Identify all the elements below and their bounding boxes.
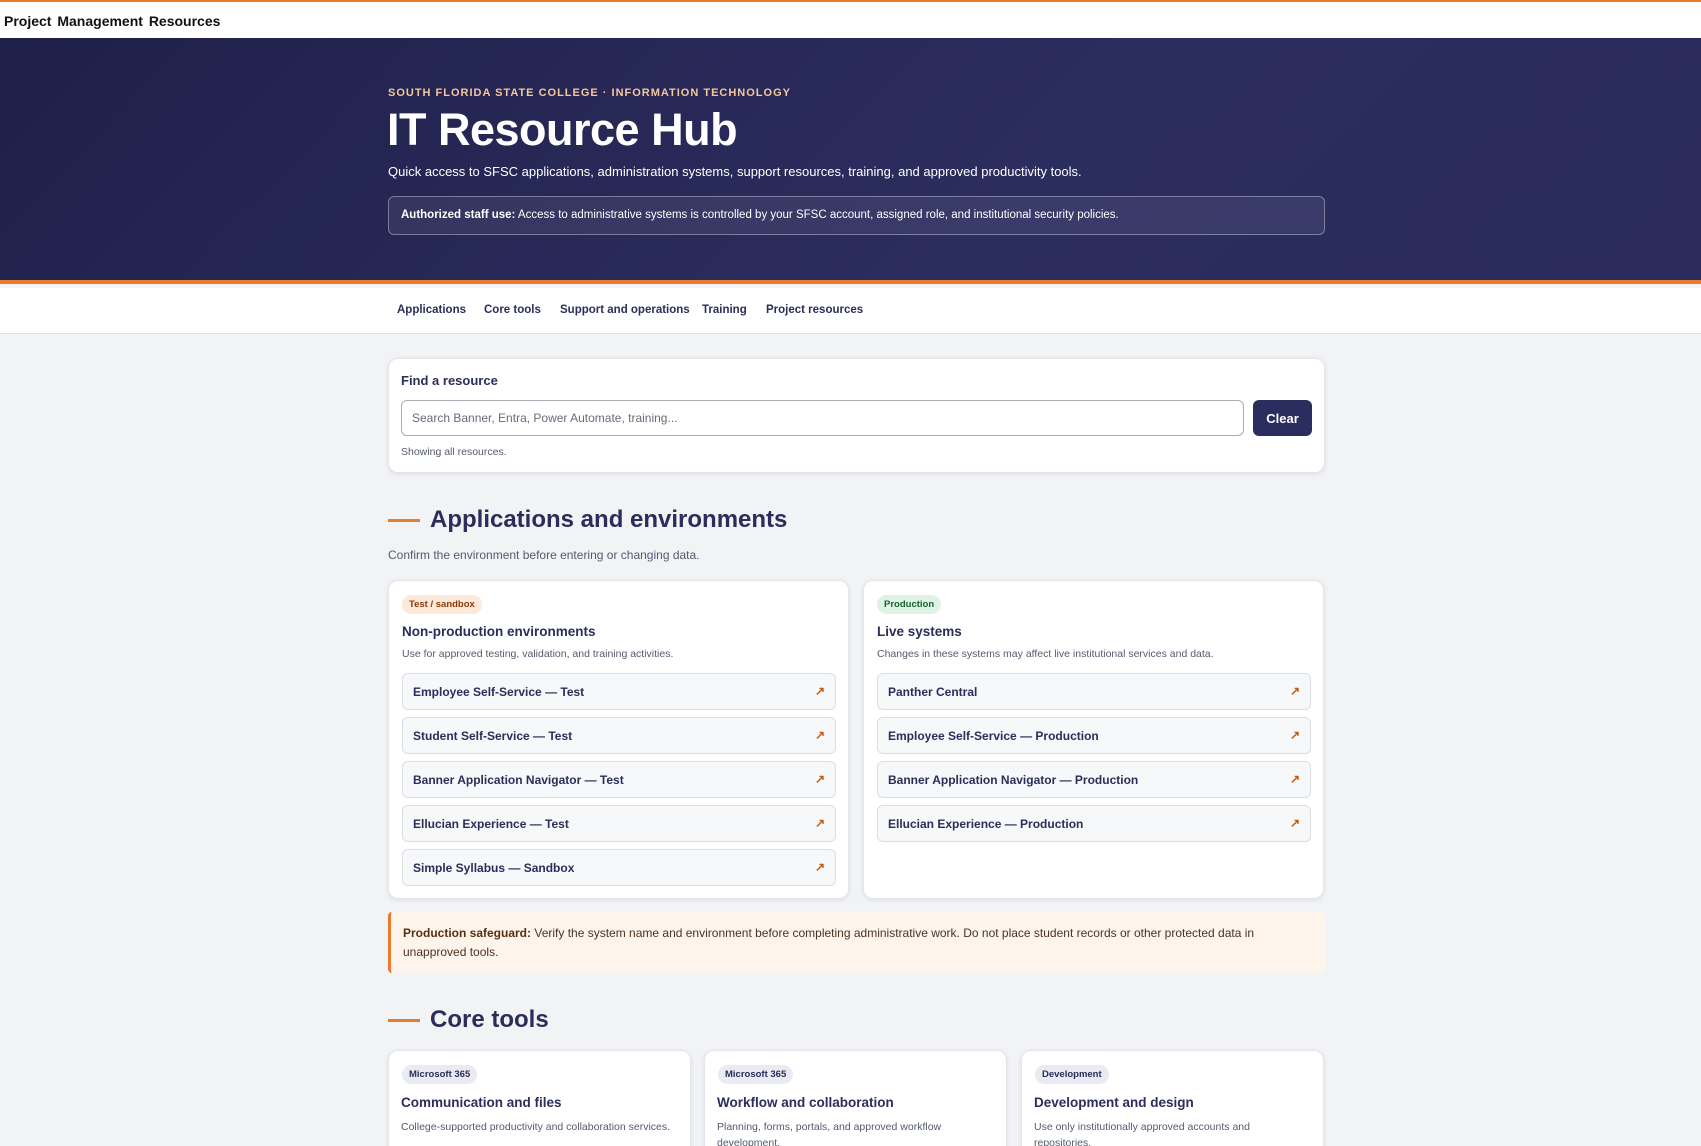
link-label: Ellucian Experience — Production: [888, 817, 1084, 831]
applications-subtitle: Confirm the environment before entering …: [388, 548, 700, 562]
nav-training[interactable]: Training: [702, 304, 747, 316]
tool-card-workflow: Microsoft 365 Workflow and collaboration…: [704, 1050, 1007, 1146]
tool-card-communication: Microsoft 365 Communication and files Co…: [388, 1050, 691, 1146]
search-label: Find a resource: [401, 373, 498, 388]
tool-card-note: College-supported productivity and colla…: [401, 1121, 671, 1133]
external-link-icon: ↗: [814, 772, 825, 786]
core-tools-title: Core tools: [430, 1006, 549, 1033]
prod-card-title: Live systems: [877, 624, 962, 639]
heading-accent-bar: [388, 1018, 420, 1022]
link-label: Panther Central: [888, 685, 978, 699]
tool-card-title: Development and design: [1034, 1095, 1194, 1110]
page-title: IT Resource Hub: [387, 104, 738, 155]
external-link-icon: ↗: [1289, 728, 1300, 742]
tool-badge: Microsoft 365: [718, 1065, 794, 1084]
link-label: Student Self-Service — Test: [413, 729, 573, 743]
search-status: Showing all resources.: [401, 446, 507, 458]
hero-banner: SOUTH FLORIDA STATE COLLEGE · INFORMATIO…: [0, 38, 1701, 284]
core-tools-heading: Core tools: [388, 1006, 549, 1034]
production-badge: Production: [877, 595, 942, 614]
link-student-self-service-test[interactable]: Student Self-Service — Test ↗: [402, 717, 836, 754]
top-bar: Project Management Resources: [0, 0, 1701, 38]
hero-eyebrow: SOUTH FLORIDA STATE COLLEGE · INFORMATIO…: [388, 87, 791, 99]
external-link-icon: ↗: [1289, 772, 1300, 786]
clear-button[interactable]: Clear: [1253, 400, 1312, 436]
link-employee-self-service-test[interactable]: Employee Self-Service — Test ↗: [402, 673, 836, 710]
external-link-icon: ↗: [1289, 684, 1300, 698]
link-banner-navigator-production[interactable]: Banner Application Navigator — Productio…: [877, 761, 1311, 798]
tool-card-title: Communication and files: [401, 1095, 562, 1110]
link-employee-self-service-production[interactable]: Employee Self-Service — Production ↗: [877, 717, 1311, 754]
tool-card-development: Development Development and design Use o…: [1021, 1050, 1324, 1146]
link-label: Ellucian Experience — Test: [413, 817, 569, 831]
link-simple-syllabus-sandbox[interactable]: Simple Syllabus — Sandbox ↗: [402, 849, 836, 886]
link-label: Banner Application Navigator — Test: [413, 773, 624, 787]
safeguard-label: Production safeguard:: [403, 926, 532, 940]
link-panther-central[interactable]: Panther Central ↗: [877, 673, 1311, 710]
tool-badge: Development: [1035, 1065, 1109, 1084]
external-link-icon: ↗: [814, 728, 825, 742]
production-safeguard-callout: Production safeguard: Verify the system …: [388, 912, 1325, 973]
section-nav: Applications Core tools Support and oper…: [0, 288, 1701, 334]
nav-applications[interactable]: Applications: [397, 304, 466, 316]
test-badge: Test / sandbox: [402, 595, 482, 614]
link-ellucian-experience-test[interactable]: Ellucian Experience — Test ↗: [402, 805, 836, 842]
hero-description: Quick access to SFSC applications, admin…: [388, 164, 1082, 179]
prod-link-list: Panther Central ↗ Employee Self-Service …: [877, 673, 1311, 849]
link-label: Employee Self-Service — Test: [413, 685, 585, 699]
staff-use-notice: Authorized staff use: Access to administ…: [388, 196, 1325, 235]
link-banner-navigator-test[interactable]: Banner Application Navigator — Test ↗: [402, 761, 836, 798]
applications-heading: Applications and environments: [388, 506, 787, 534]
applications-title: Applications and environments: [430, 506, 788, 533]
external-link-icon: ↗: [1289, 816, 1300, 830]
site-title: Project Management Resources: [4, 13, 221, 29]
notice-label: Authorized staff use:: [401, 209, 516, 221]
nav-support-operations[interactable]: Support and operations: [560, 304, 690, 316]
test-card-note: Use for approved testing, validation, an…: [402, 648, 674, 660]
link-ellucian-experience-production[interactable]: Ellucian Experience — Production ↗: [877, 805, 1311, 842]
safeguard-text: Verify the system name and environment b…: [403, 926, 1255, 959]
external-link-icon: ↗: [814, 684, 825, 698]
external-link-icon: ↗: [814, 860, 825, 874]
link-label: Employee Self-Service — Production: [888, 729, 1099, 743]
notice-text: Access to administrative systems is cont…: [515, 209, 1119, 221]
tool-badge: Microsoft 365: [402, 1065, 478, 1084]
tool-card-title: Workflow and collaboration: [717, 1095, 894, 1110]
test-environments-card: Test / sandbox Non-production environmen…: [388, 580, 849, 899]
tool-card-note: Planning, forms, portals, and approved w…: [717, 1121, 942, 1146]
prod-card-note: Changes in these systems may affect live…: [877, 648, 1214, 660]
production-environments-card: Production Live systems Changes in these…: [863, 580, 1324, 899]
link-label: Simple Syllabus — Sandbox: [413, 861, 575, 875]
test-card-title: Non-production environments: [402, 624, 596, 639]
tool-card-note: Use only institutionally approved accoun…: [1034, 1121, 1250, 1146]
search-card: Find a resource Clear Showing all resour…: [388, 358, 1325, 473]
nav-core-tools[interactable]: Core tools: [484, 304, 541, 316]
heading-accent-bar: [388, 518, 420, 522]
link-label: Banner Application Navigator — Productio…: [888, 773, 1139, 787]
search-input[interactable]: [401, 400, 1244, 436]
test-link-list: Employee Self-Service — Test ↗ Student S…: [402, 673, 836, 893]
nav-project-resources[interactable]: Project resources: [766, 304, 863, 316]
external-link-icon: ↗: [814, 816, 825, 830]
